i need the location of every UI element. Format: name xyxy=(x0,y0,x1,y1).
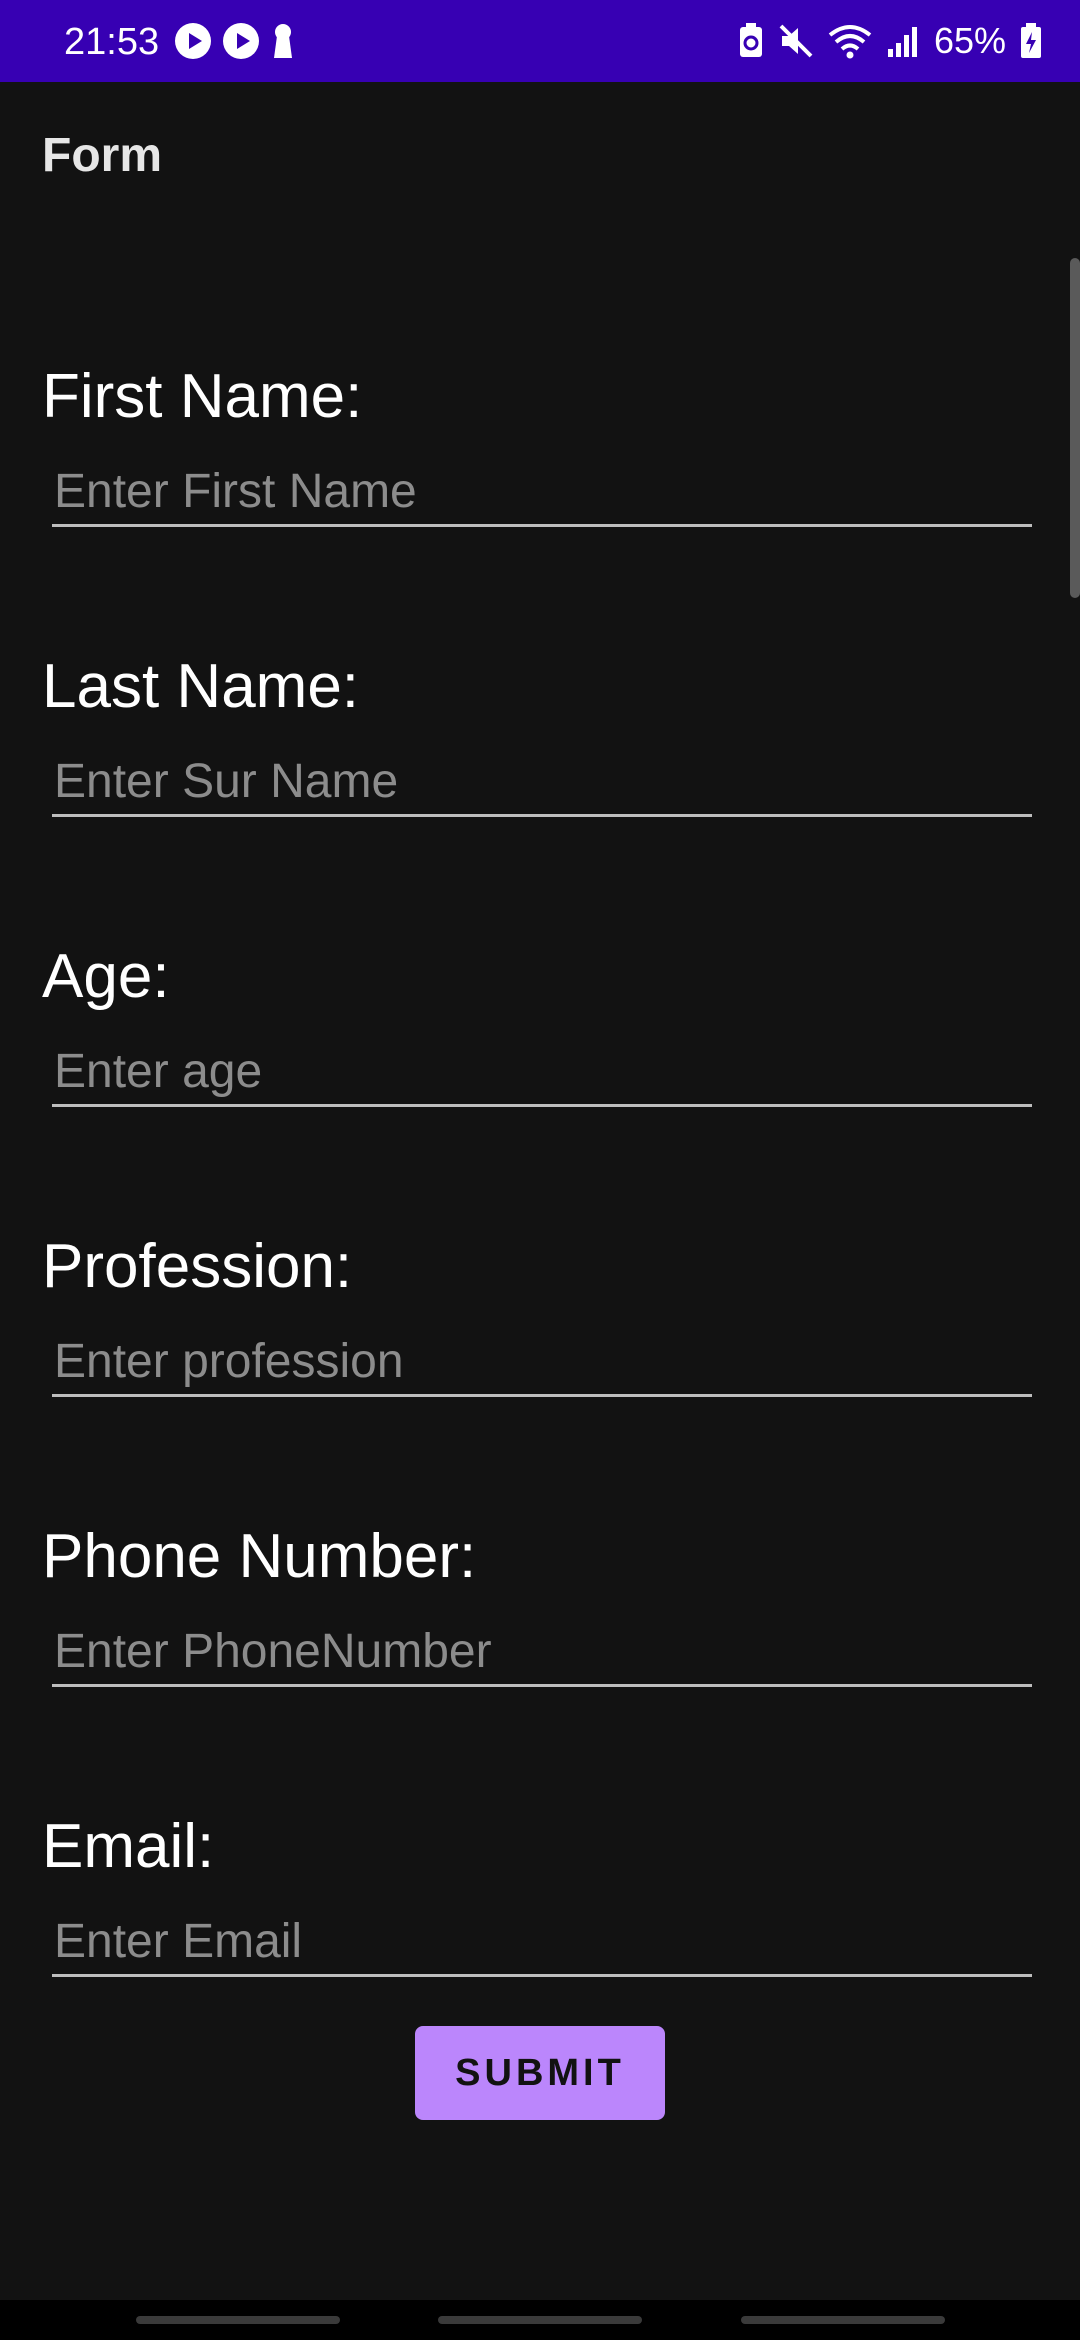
phone-number-field: Phone Number: xyxy=(0,1522,1080,1762)
first-name-field: First Name: xyxy=(0,362,1080,602)
email-label: Email: xyxy=(42,1812,215,1881)
phone-number-label: Phone Number: xyxy=(42,1522,477,1591)
battery-saver-icon xyxy=(739,23,762,57)
profession-input[interactable] xyxy=(52,1328,1032,1397)
signal-icon xyxy=(887,27,917,57)
battery-percentage: 65% xyxy=(933,20,1006,61)
keyhole-icon xyxy=(274,24,292,58)
age-label: Age: xyxy=(42,942,170,1011)
status-system-icons: 65% xyxy=(738,18,1042,64)
wifi-icon xyxy=(828,25,872,59)
first-name-input[interactable] xyxy=(52,458,1032,527)
status-notification-icons xyxy=(174,22,296,60)
play-circle-icon xyxy=(223,23,259,59)
first-name-label: First Name: xyxy=(42,362,363,431)
profession-field: Profession: xyxy=(0,1232,1080,1472)
age-field: Age: xyxy=(0,942,1080,1182)
navigation-bar xyxy=(0,2300,1080,2340)
last-name-input[interactable] xyxy=(52,748,1032,817)
email-field: Email: xyxy=(0,1812,1080,2052)
nav-handle xyxy=(741,2316,945,2324)
email-input[interactable] xyxy=(52,1908,1032,1977)
form-screen: Form First Name: Last Name: Age: Profess… xyxy=(0,82,1080,2300)
submit-button[interactable]: SUBMIT xyxy=(415,2026,665,2120)
nav-handle xyxy=(136,2316,340,2324)
battery-icon xyxy=(1021,23,1041,58)
nav-handle[interactable] xyxy=(438,2316,642,2324)
status-time: 21:53 xyxy=(64,21,160,63)
status-bar: 21:53 65% xyxy=(0,0,1080,82)
last-name-label: Last Name: xyxy=(42,652,360,721)
play-circle-icon xyxy=(175,23,211,59)
last-name-field: Last Name: xyxy=(0,652,1080,892)
mute-icon xyxy=(779,24,813,58)
profession-label: Profession: xyxy=(42,1232,353,1301)
page-title: Form xyxy=(42,129,162,182)
age-input[interactable] xyxy=(52,1038,1032,1107)
phone-number-input[interactable] xyxy=(52,1618,1032,1687)
